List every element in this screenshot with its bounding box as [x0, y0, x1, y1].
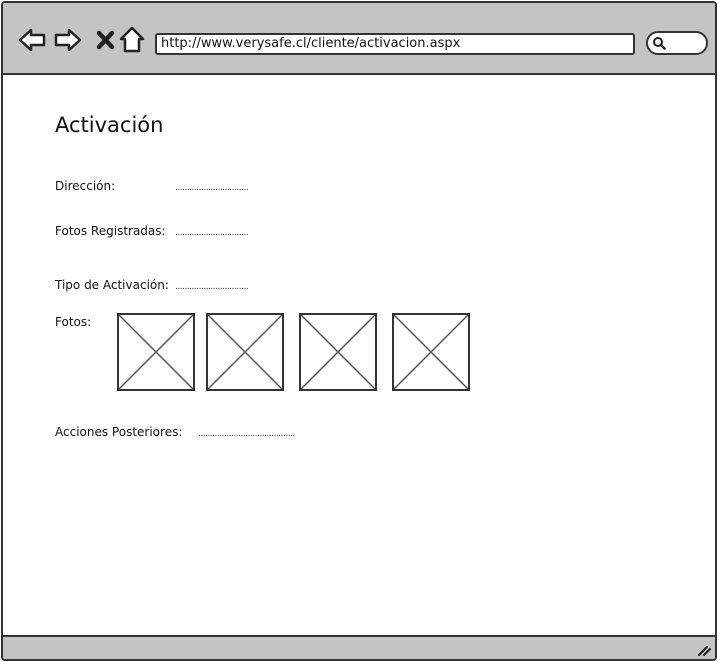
acciones-posteriores-value: ........................................…	[198, 429, 295, 439]
photo-placeholder	[299, 313, 377, 391]
fotos-label: Fotos:	[55, 315, 92, 329]
tipo-activacion-value: ...............................	[175, 282, 249, 292]
search-box[interactable]	[646, 31, 708, 55]
browser-toolbar: http://www.verysafe.cl/cliente/activacio…	[3, 3, 715, 75]
direccion-label: Dirección:	[55, 179, 116, 193]
address-bar[interactable]: http://www.verysafe.cl/cliente/activacio…	[155, 33, 635, 55]
page-content: Activación Dirección: ..................…	[3, 75, 715, 635]
status-bar	[3, 635, 715, 659]
home-icon[interactable]	[117, 25, 147, 55]
direccion-value: ...............................	[175, 183, 249, 193]
photo-placeholder	[117, 313, 195, 391]
fotos-registradas-value: ...............................	[175, 228, 249, 238]
photo-placeholder	[392, 313, 470, 391]
photo-placeholder	[206, 313, 284, 391]
search-icon	[653, 37, 666, 50]
acciones-posteriores-label: Acciones Posteriores:	[55, 425, 183, 439]
back-arrow-icon[interactable]	[17, 25, 47, 55]
browser-window: http://www.verysafe.cl/cliente/activacio…	[1, 1, 717, 661]
page-title: Activación	[55, 113, 164, 137]
tipo-activacion-label: Tipo de Activación:	[55, 278, 169, 292]
forward-arrow-icon[interactable]	[53, 25, 83, 55]
fotos-registradas-label: Fotos Registradas:	[55, 224, 166, 238]
resize-handle-icon[interactable]	[697, 643, 711, 657]
